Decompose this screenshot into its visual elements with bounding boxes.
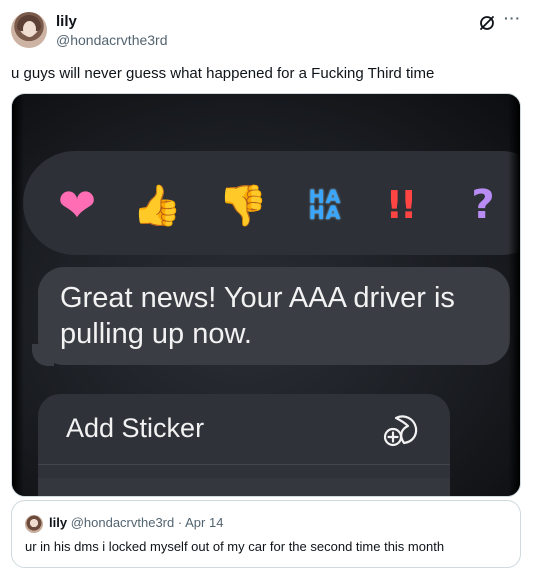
question-icon: ?	[471, 182, 495, 228]
haha-line-2: HA	[308, 202, 342, 224]
author-handle[interactable]: @hondacrvthe3rd	[56, 32, 168, 48]
quoted-avatar	[25, 515, 43, 533]
more-options-icon[interactable]: ···	[504, 10, 521, 26]
media-left-shadow	[12, 94, 24, 496]
avatar[interactable]	[11, 12, 47, 48]
tweet: lily @hondacrvthe3rd ··· u guys will nev…	[0, 0, 533, 584]
thumbs-down-icon: 👎	[218, 183, 268, 228]
heart-icon: ❤	[57, 179, 97, 231]
media-right-shadow	[508, 94, 520, 496]
quoted-meta: lily @hondacrvthe3rd · Apr 14	[49, 515, 223, 530]
quoted-separator: ·	[177, 515, 183, 530]
quoted-date: Apr 14	[185, 515, 224, 530]
thumbs-up-icon: 👍	[132, 183, 182, 228]
tweet-media-image[interactable]: ❤ 👍 👎 HA HA !! ? Great news! Your AAA dr…	[11, 93, 521, 497]
haha-icon: HA HA	[298, 180, 352, 230]
avatar-face	[23, 21, 36, 37]
quoted-author-name: lily	[49, 515, 68, 530]
author-name[interactable]: lily	[56, 13, 77, 30]
add-sticker-icon	[383, 415, 418, 447]
tweet-text: u guys will never guess what happened fo…	[11, 65, 435, 82]
quoted-text: ur in his dms i locked myself out of my …	[25, 539, 445, 554]
message-bubble-tail	[32, 344, 54, 366]
grok-icon[interactable]	[478, 14, 496, 32]
quoted-author-handle: @hondacrvthe3rd	[70, 515, 175, 530]
exclamation-icon: !!	[385, 183, 418, 227]
context-menu-next-item	[38, 478, 450, 496]
message-text: Great news! Your AAA driver is pulling u…	[60, 282, 455, 350]
context-menu-divider	[38, 464, 450, 465]
quoted-tweet[interactable]: lily @hondacrvthe3rd · Apr 14 ur in his …	[11, 500, 521, 568]
add-sticker-label: Add Sticker	[66, 413, 205, 443]
